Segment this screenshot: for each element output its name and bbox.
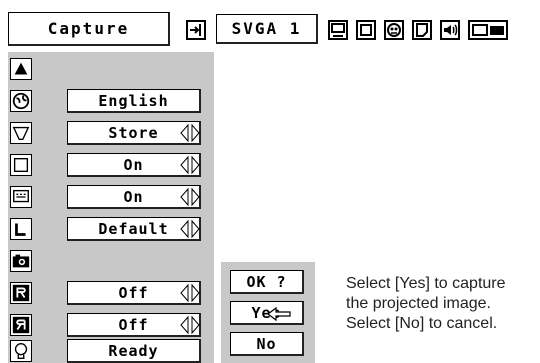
terminal-icon[interactable] (10, 340, 32, 362)
display-arrows-icon[interactable] (178, 187, 202, 207)
terminal-value[interactable]: Ready (67, 339, 201, 363)
display-icon[interactable] (10, 186, 32, 208)
instruction-line: the projected image. (346, 295, 491, 312)
rear-arrows-icon[interactable] (178, 315, 202, 335)
instruction-line: Select [No] to cancel. (346, 315, 498, 332)
ceiling-arrows-icon[interactable] (178, 283, 202, 303)
ok-prompt: OK ? (230, 270, 304, 294)
sound-icon[interactable] (440, 20, 460, 40)
capture-icon[interactable] (10, 250, 32, 272)
color-icon[interactable] (384, 20, 404, 40)
up-arrow-icon[interactable] (10, 58, 32, 80)
setting-icon[interactable] (468, 20, 508, 40)
language-value[interactable]: English (67, 89, 201, 113)
logo-icon[interactable] (10, 218, 32, 240)
keystone-icon[interactable] (10, 122, 32, 144)
rear-icon[interactable] (10, 314, 32, 336)
image-adjust-icon[interactable] (412, 20, 432, 40)
screen-icon[interactable] (328, 20, 348, 40)
ceiling-icon[interactable] (10, 282, 32, 304)
keystone-arrows-icon[interactable] (178, 123, 202, 143)
pointer-icon (266, 306, 292, 322)
menu-title: Capture (8, 12, 170, 46)
instruction-line: Select [Yes] to capture (346, 275, 506, 292)
input-icon[interactable] (186, 20, 206, 40)
logo-arrows-icon[interactable] (178, 219, 202, 239)
instructions: Select [Yes] to capture the projected im… (346, 274, 540, 334)
blue-back-arrows-icon[interactable] (178, 155, 202, 175)
blue-back-icon[interactable] (10, 154, 32, 176)
signal-mode: SVGA 1 (216, 14, 318, 44)
globe-icon[interactable] (10, 90, 32, 112)
no-button[interactable]: No (230, 332, 304, 356)
picture-icon[interactable] (356, 20, 376, 40)
